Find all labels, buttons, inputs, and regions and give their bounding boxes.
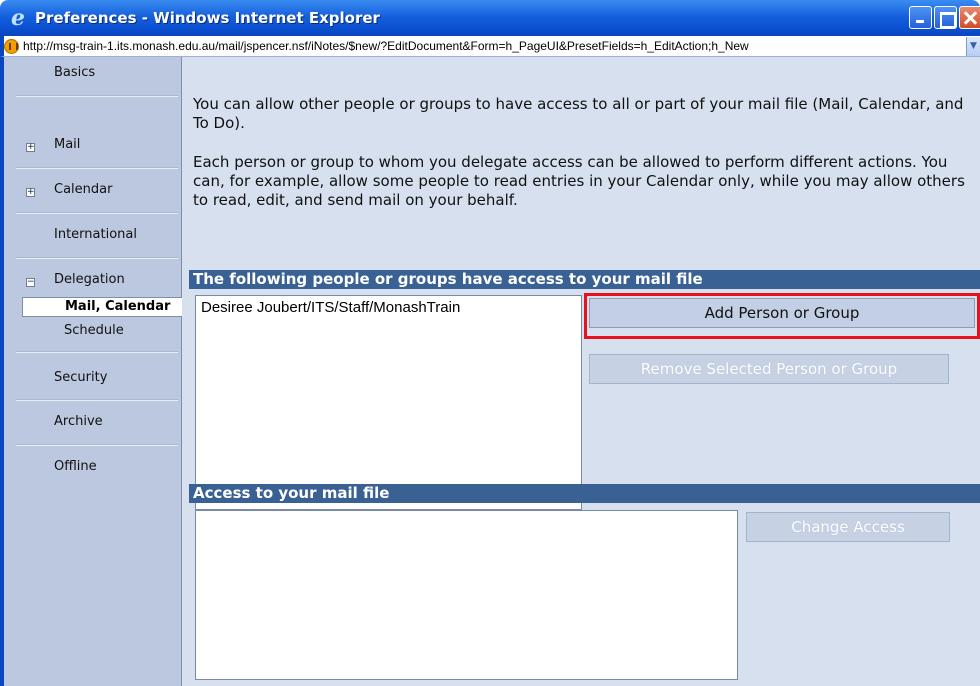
chevron-down-icon[interactable]: ▼: [966, 36, 980, 56]
add-person-button[interactable]: Add Person or Group: [589, 298, 975, 328]
collapse-icon[interactable]: −: [26, 278, 35, 287]
sidebar-item-label: Delegation: [54, 272, 125, 287]
divider: [16, 257, 178, 259]
main-content: You can allow other people or groups to …: [183, 57, 980, 686]
access-list-header: The following people or groups have acce…: [189, 270, 980, 289]
sidebar-item-mail-calendar[interactable]: Mail, Calendar: [22, 297, 182, 317]
sidebar-item-schedule[interactable]: Schedule: [64, 323, 124, 338]
divider: [16, 351, 178, 353]
expand-icon[interactable]: +: [26, 143, 35, 152]
close-button[interactable]: [959, 6, 980, 29]
sidebar-item-label: Mail: [54, 137, 81, 152]
divider: [16, 95, 178, 97]
divider: [16, 444, 178, 446]
expand-icon[interactable]: +: [26, 188, 35, 197]
window-title: Preferences - Windows Internet Explorer: [35, 9, 380, 27]
list-item[interactable]: Desiree Joubert/ITS/Staff/MonashTrain: [196, 296, 581, 316]
sidebar-item-label: International: [54, 227, 137, 242]
divider: [16, 399, 178, 401]
divider: [16, 212, 178, 214]
maximize-button[interactable]: [934, 6, 957, 29]
minimize-button[interactable]: [909, 6, 932, 29]
title-bar: e Preferences - Windows Internet Explore…: [0, 0, 980, 36]
mail-file-access-header: Access to your mail file: [189, 484, 980, 503]
window-controls: [909, 6, 980, 29]
intro-paragraph-1: You can allow other people or groups to …: [193, 95, 964, 132]
sidebar-item-label: Archive: [54, 414, 103, 429]
access-detail-list[interactable]: [195, 510, 738, 680]
ie-logo-icon: e: [11, 5, 25, 31]
change-access-button[interactable]: Change Access: [746, 512, 950, 542]
address-bar[interactable]: http://msg-train-1.its.monash.edu.au/mai…: [0, 36, 980, 57]
sidebar-item-label: Calendar: [54, 182, 113, 197]
sidebar-item-label: Security: [54, 370, 108, 385]
people-list[interactable]: Desiree Joubert/ITS/Staff/MonashTrain: [195, 295, 582, 510]
address-url[interactable]: http://msg-train-1.its.monash.edu.au/mai…: [23, 39, 966, 53]
page-icon: [4, 38, 19, 54]
divider: [16, 167, 178, 169]
remove-person-button[interactable]: Remove Selected Person or Group: [589, 354, 949, 384]
intro-paragraph-2: Each person or group to whom you delegat…: [193, 153, 965, 209]
sidebar: Basics + Mail + Calendar International −…: [4, 57, 182, 686]
sidebar-item-label: Offline: [54, 459, 97, 474]
sidebar-item-label: Basics: [54, 65, 96, 80]
